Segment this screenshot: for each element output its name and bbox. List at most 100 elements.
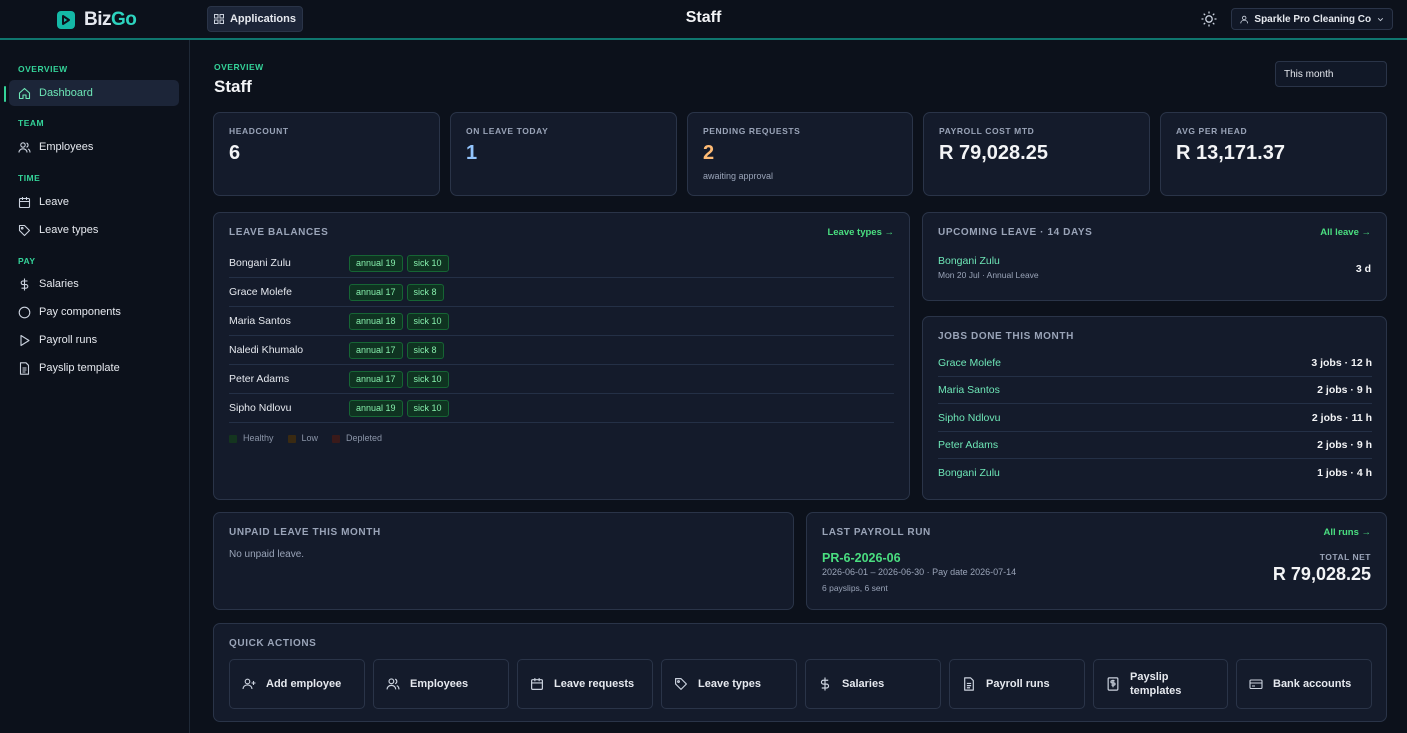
- app-logo[interactable]: BizGo: [57, 9, 137, 31]
- sidebar-item-label: Dashboard: [39, 87, 93, 99]
- page-eyebrow: OVERVIEW: [214, 62, 264, 72]
- sick-balance-pill: sick 10: [406, 370, 449, 388]
- employee-name: Naledi Khumalo: [229, 344, 304, 356]
- sidebar-item-dashboard[interactable]: Dashboard: [9, 80, 179, 106]
- total-net-value: R 79,028.25: [1272, 564, 1371, 584]
- annual-balance-pill: annual 18: [349, 312, 403, 330]
- sidebar-item-payroll-runs[interactable]: Payroll runs: [9, 327, 179, 353]
- home-icon: [18, 87, 31, 99]
- all-runs-link[interactable]: All runs →: [1323, 527, 1371, 538]
- period-select[interactable]: This month: [1275, 61, 1387, 87]
- jobs-done-card: JOBS DONE THIS MONTH Grace Molefe 3 jobs…: [922, 316, 1387, 500]
- applications-button[interactable]: Applications: [207, 6, 303, 32]
- payroll-runs-button[interactable]: Payroll runs: [949, 659, 1085, 709]
- list-item: Bongani Zulu 1 jobs · 4 h: [938, 459, 1372, 486]
- tag-icon: [675, 678, 687, 690]
- all-leave-link[interactable]: All leave →: [1320, 227, 1371, 238]
- payslip-templates-button[interactable]: Payslip templates: [1093, 659, 1228, 709]
- leave-types-link[interactable]: Leave types →: [827, 227, 894, 238]
- sidebar-item-label: Payslip template: [39, 362, 120, 374]
- employees-button[interactable]: Employees: [373, 659, 509, 709]
- add-employee-button[interactable]: Add employee: [229, 659, 365, 709]
- job-employee-name[interactable]: Maria Santos: [938, 384, 1000, 396]
- list-item: Maria Santos 2 jobs · 9 h: [938, 377, 1372, 404]
- sidebar-item-label: Payroll runs: [39, 334, 98, 346]
- stat-value: 1: [466, 142, 478, 164]
- logo-text: BizGo: [84, 9, 137, 31]
- sidebar: OVERVIEW Dashboard TEAM Employees TIME L…: [0, 40, 190, 733]
- dollar-icon: [20, 278, 29, 290]
- card-title: QUICK ACTIONS: [229, 638, 317, 649]
- job-employee-name[interactable]: Sipho Ndlovu: [938, 412, 1000, 424]
- applications-label: Applications: [229, 13, 296, 25]
- legend-swatch: [332, 434, 341, 443]
- payroll-run-dates: 2026-06-01 – 2026-06-30 · Pay date 2026-…: [822, 567, 1017, 577]
- theme-toggle-button[interactable]: [1200, 10, 1218, 28]
- job-summary: 3 jobs · 12 h: [1311, 357, 1372, 369]
- annual-balance-pill: annual 17: [349, 341, 403, 359]
- annual-balance-pill: annual 17: [349, 370, 403, 388]
- sidebar-item-pay-components[interactable]: Pay components: [9, 299, 179, 325]
- stat-label: PENDING REQUESTS: [703, 126, 801, 136]
- last-payroll-card: LAST PAYROLL RUN All runs → PR-6-2026-06…: [806, 512, 1387, 610]
- quick-action-label: Leave requests: [554, 678, 635, 690]
- job-employee-name[interactable]: Peter Adams: [938, 439, 998, 451]
- circle-icon: [18, 306, 31, 318]
- stat-label: ON LEAVE TODAY: [466, 126, 549, 136]
- stat-value: 2: [703, 142, 715, 164]
- leave-types-button[interactable]: Leave types: [661, 659, 797, 709]
- logo-suffix: Go: [111, 9, 137, 30]
- employee-name: Sipho Ndlovu: [229, 402, 292, 414]
- list-item: Grace Molefe 3 jobs · 12 h: [938, 350, 1372, 377]
- sidebar-section-overview: OVERVIEW: [18, 64, 68, 74]
- bank-accounts-button[interactable]: Bank accounts: [1236, 659, 1372, 709]
- legend-label: Low: [301, 433, 319, 443]
- stat-value: 6: [229, 142, 241, 164]
- list-item: Peter Adams 2 jobs · 9 h: [938, 432, 1372, 459]
- play-icon: [20, 334, 30, 346]
- table-row: Bongani Zulu annual 19 sick 10: [229, 249, 894, 278]
- sidebar-item-label: Salaries: [39, 278, 79, 290]
- sidebar-item-salaries[interactable]: Salaries: [9, 271, 179, 297]
- stat-label: HEADCOUNT: [229, 126, 289, 136]
- active-indicator: [4, 86, 6, 102]
- leave-balances-card: LEAVE BALANCES Leave types → Bongani Zul…: [213, 212, 910, 500]
- company-name: Sparkle Pro Cleaning Co: [1254, 13, 1372, 25]
- job-employee-name[interactable]: Bongani Zulu: [938, 467, 1000, 479]
- card-title: LEAVE BALANCES: [229, 227, 329, 238]
- calendar-icon: [18, 196, 31, 208]
- upcoming-employee-name[interactable]: Bongani Zulu: [938, 255, 1000, 267]
- sidebar-item-payslip-template[interactable]: Payslip template: [9, 355, 179, 381]
- quick-action-label: Salaries: [842, 678, 885, 690]
- annual-balance-pill: annual 19: [349, 399, 403, 417]
- logo-prefix: Biz: [84, 9, 112, 30]
- card-title: LAST PAYROLL RUN: [822, 527, 931, 538]
- payroll-run-id[interactable]: PR-6-2026-06: [822, 551, 901, 565]
- card-title: UNPAID LEAVE THIS MONTH: [229, 527, 381, 538]
- leave-requests-button[interactable]: Leave requests: [517, 659, 653, 709]
- card-title: JOBS DONE THIS MONTH: [938, 331, 1074, 342]
- job-employee-name[interactable]: Grace Molefe: [938, 357, 1001, 369]
- sick-balance-pill: sick 10: [406, 254, 449, 272]
- company-switcher[interactable]: Sparkle Pro Cleaning Co: [1231, 8, 1393, 30]
- table-row: Maria Santos annual 18 sick 10: [229, 307, 894, 336]
- page-title: Staff: [214, 77, 252, 96]
- job-summary: 2 jobs · 9 h: [1317, 439, 1372, 451]
- sidebar-item-leave[interactable]: Leave: [9, 189, 179, 215]
- leave-legend: Healthy Low Depleted: [229, 433, 382, 443]
- payroll-run-slips: 6 payslips, 6 sent: [822, 583, 888, 593]
- upcoming-leave-card: UPCOMING LEAVE · 14 DAYS All leave → Bon…: [922, 212, 1387, 301]
- sidebar-item-leave-types[interactable]: Leave types: [9, 217, 179, 243]
- stat-card-on-leave: ON LEAVE TODAY 1: [450, 112, 677, 196]
- sidebar-section-team: TEAM: [18, 118, 45, 128]
- sidebar-item-employees[interactable]: Employees: [9, 134, 179, 160]
- legend-low: Low: [287, 433, 319, 443]
- top-bar-accent: [0, 38, 1407, 40]
- receipt-icon: [1107, 677, 1119, 691]
- sick-balance-pill: sick 8: [406, 283, 444, 301]
- users-icon: [386, 678, 400, 690]
- card-title: UPCOMING LEAVE · 14 DAYS: [938, 227, 1093, 238]
- stat-sub: awaiting approval: [703, 171, 774, 181]
- salaries-button[interactable]: Salaries: [805, 659, 941, 709]
- job-summary: 1 jobs · 4 h: [1317, 466, 1372, 479]
